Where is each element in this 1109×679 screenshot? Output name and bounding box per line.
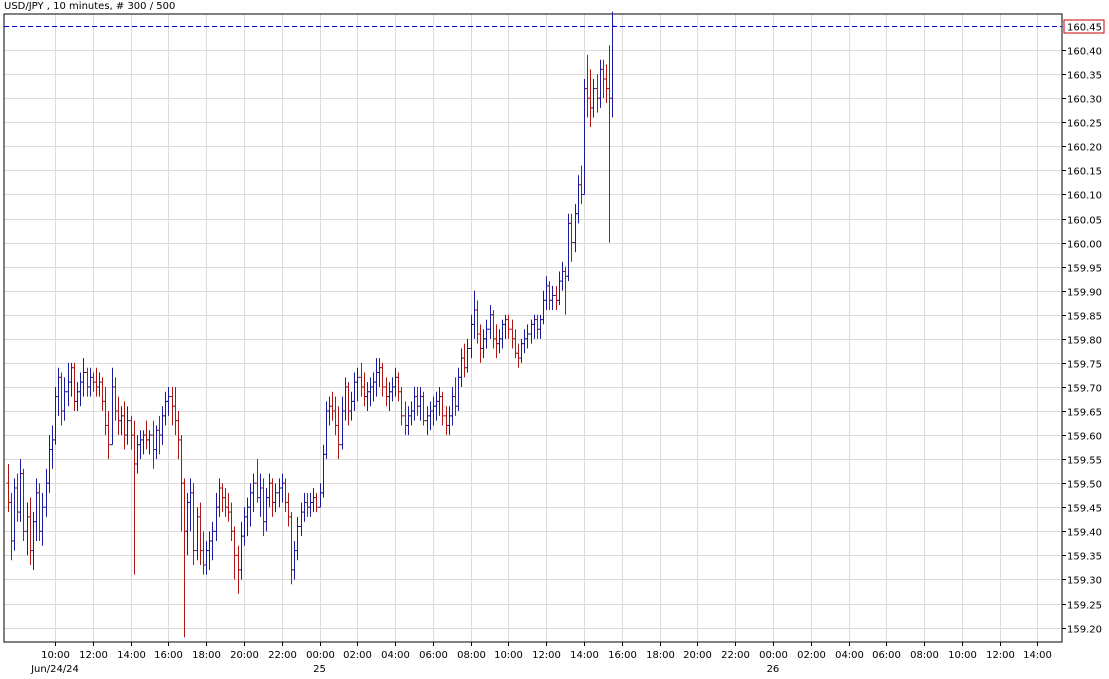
x-tick-label: 14:00 <box>117 650 146 661</box>
x-date-label: 25 <box>313 664 326 675</box>
y-tick-label: 160.25 <box>1067 119 1102 130</box>
x-tick-label: 06:00 <box>872 650 901 661</box>
x-tick-label: 20:00 <box>683 650 712 661</box>
y-tick-label: 159.70 <box>1067 384 1102 395</box>
y-tick-label: 160.20 <box>1067 143 1102 154</box>
x-tick-label: 18:00 <box>646 650 675 661</box>
x-tick-label: 12:00 <box>79 650 108 661</box>
current-price-badge: 160.45 <box>1063 19 1105 34</box>
x-date-label: 26 <box>767 664 780 675</box>
y-tick-label: 159.50 <box>1067 480 1102 491</box>
y-tick-label: 160.00 <box>1067 240 1102 251</box>
x-tick-label: 20:00 <box>230 650 259 661</box>
y-tick-label: 159.60 <box>1067 432 1102 443</box>
y-tick-label: 159.65 <box>1067 408 1102 419</box>
y-tick-label: 160.30 <box>1067 95 1102 106</box>
y-tick-label: 159.80 <box>1067 336 1102 347</box>
x-tick-label: 10:00 <box>494 650 523 661</box>
y-tick-label: 159.75 <box>1067 360 1102 371</box>
y-tick-label: 160.10 <box>1067 191 1102 202</box>
x-tick-label: 22:00 <box>268 650 297 661</box>
y-tick-label: 159.30 <box>1067 576 1102 587</box>
x-tick-label: 12:00 <box>986 650 1015 661</box>
x-tick-label: 02:00 <box>343 650 372 661</box>
x-tick-label: 12:00 <box>532 650 561 661</box>
x-tick-label: 00:00 <box>306 650 335 661</box>
x-tick-label: 22:00 <box>721 650 750 661</box>
x-tick-label: 16:00 <box>608 650 637 661</box>
x-tick-label: 08:00 <box>457 650 486 661</box>
x-tick-label: 04:00 <box>381 650 410 661</box>
y-tick-label: 159.20 <box>1067 625 1102 636</box>
current-price-label: 160.45 <box>1067 23 1102 34</box>
x-tick-label: 02:00 <box>797 650 826 661</box>
x-date-label: Jun/24/24 <box>30 664 79 675</box>
y-tick-label: 159.45 <box>1067 504 1102 515</box>
y-tick-label: 159.40 <box>1067 528 1102 539</box>
y-tick-label: 159.25 <box>1067 601 1102 612</box>
x-tick-label: 10:00 <box>41 650 70 661</box>
x-tick-label: 08:00 <box>910 650 939 661</box>
y-tick-label: 159.85 <box>1067 312 1102 323</box>
y-tick-label: 160.15 <box>1067 167 1102 178</box>
x-tick-label: 14:00 <box>1023 650 1052 661</box>
x-tick-label: 14:00 <box>570 650 599 661</box>
x-tick-label: 00:00 <box>759 650 788 661</box>
ohlc-chart: 159.20 159.25 159.30 159.35 159.40 159.45 159.… <box>0 0 1109 679</box>
y-tick-label: 159.95 <box>1067 264 1102 275</box>
y-tick-label: 159.35 <box>1067 552 1102 563</box>
chart-title: USD/JPY , 10 minutes, # 300 / 500 <box>4 1 175 12</box>
x-tick-label: 16:00 <box>154 650 183 661</box>
y-tick-label: 160.35 <box>1067 71 1102 82</box>
y-tick-label: 160.40 <box>1067 47 1102 58</box>
y-tick-label: 159.90 <box>1067 288 1102 299</box>
y-tick-label: 159.55 <box>1067 456 1102 467</box>
x-tick-label: 06:00 <box>419 650 448 661</box>
y-tick-label: 160.05 <box>1067 216 1102 227</box>
x-tick-label: 10:00 <box>948 650 977 661</box>
x-tick-label: 04:00 <box>835 650 864 661</box>
chart-container: 159.20 159.25 159.30 159.35 159.40 159.45 159.… <box>0 0 1109 679</box>
x-tick-label: 18:00 <box>192 650 221 661</box>
